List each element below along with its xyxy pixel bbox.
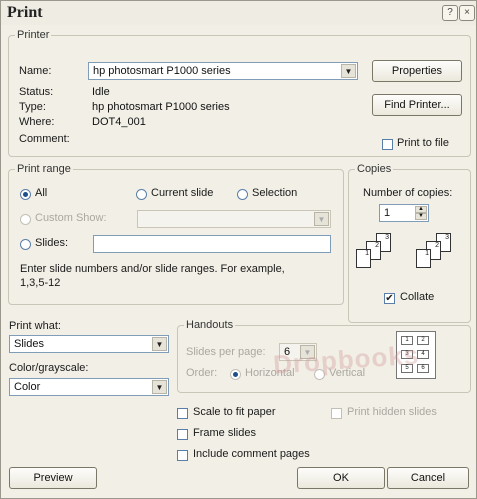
current-slide-label: Current slide xyxy=(151,187,214,199)
scale-to-fit-checkbox[interactable] xyxy=(177,408,188,419)
where-value: DOT4_001 xyxy=(92,116,146,128)
type-value: hp photosmart P1000 series xyxy=(92,101,230,113)
spin-down-icon[interactable]: ▼ xyxy=(415,213,427,220)
order-label: Order: xyxy=(186,367,218,379)
print-hidden-checkbox[interactable] xyxy=(331,408,342,419)
collate-page: 1 xyxy=(356,249,371,268)
range-hint-example: 1,3,5-12 xyxy=(20,277,61,289)
print-hidden-label: Print hidden slides xyxy=(347,406,437,418)
collate-label: Collate xyxy=(400,291,435,303)
chevron-down-icon[interactable]: ▼ xyxy=(152,380,167,394)
custom-show-label: Custom Show: xyxy=(35,212,107,224)
print-dialog: Print ? × Printer Name: hp photosmart P1… xyxy=(0,0,477,499)
current-slide-radio[interactable] xyxy=(136,189,147,200)
custom-show-radio[interactable] xyxy=(20,214,31,225)
collate-checkbox[interactable]: ✔ xyxy=(384,293,395,304)
horizontal-radio[interactable] xyxy=(230,369,241,380)
status-value: Idle xyxy=(92,86,110,98)
printer-name-label: Name: xyxy=(19,65,52,77)
include-comments-checkbox[interactable] xyxy=(177,450,188,461)
slides-label: Slides: xyxy=(35,237,69,249)
status-label: Status: xyxy=(19,86,54,98)
color-grayscale-select[interactable]: Color ▼ xyxy=(9,378,169,396)
range-hint: Enter slide numbers and/or slide ranges.… xyxy=(20,263,285,275)
close-button[interactable]: × xyxy=(459,5,475,21)
type-label: Type: xyxy=(19,101,46,113)
print-to-file-label: Print to file xyxy=(397,137,449,149)
chevron-down-icon[interactable]: ▼ xyxy=(314,212,329,226)
print-to-file-checkbox[interactable] xyxy=(382,139,393,150)
scale-to-fit-label: Scale to fit paper xyxy=(193,406,276,418)
cancel-button[interactable]: Cancel xyxy=(387,467,469,489)
frame-slides-checkbox[interactable] xyxy=(177,429,188,440)
all-radio[interactable] xyxy=(20,189,31,200)
print-what-select[interactable]: Slides ▼ xyxy=(9,335,169,353)
custom-show-select[interactable]: ▼ xyxy=(137,210,331,228)
print-range-group-label: Print range xyxy=(17,163,71,175)
chevron-down-icon[interactable]: ▼ xyxy=(152,337,167,351)
slides-per-page-label: Slides per page: xyxy=(186,346,266,358)
find-printer-button[interactable]: Find Printer... xyxy=(372,94,462,116)
copies-group-label: Copies xyxy=(357,163,392,175)
printer-name-select[interactable]: hp photosmart P1000 series ▼ xyxy=(88,62,358,80)
number-of-copies-label: Number of copies: xyxy=(363,187,453,199)
collate-illustration: 3 2 1 3 2 1 xyxy=(356,233,456,281)
slides-radio[interactable] xyxy=(20,239,31,250)
chevron-down-icon[interactable]: ▼ xyxy=(341,64,356,78)
selection-label: Selection xyxy=(252,187,298,199)
help-button[interactable]: ? xyxy=(442,5,458,21)
preview-button[interactable]: Preview xyxy=(9,467,97,489)
collate-page: 1 xyxy=(416,249,431,268)
comment-label: Comment: xyxy=(19,133,70,145)
dialog-title: Print xyxy=(7,4,43,21)
color-grayscale-label: Color/grayscale: xyxy=(9,362,89,374)
selection-radio[interactable] xyxy=(237,189,248,200)
ok-button[interactable]: OK xyxy=(297,467,385,489)
printer-group-label: Printer xyxy=(17,29,50,41)
print-what-label: Print what: xyxy=(9,320,61,332)
spin-up-icon[interactable]: ▲ xyxy=(415,206,427,213)
frame-slides-label: Frame slides xyxy=(193,427,256,439)
copies-value: 1 xyxy=(384,207,391,219)
title-bar[interactable]: Print ? × xyxy=(1,1,476,25)
include-comments-label: Include comment pages xyxy=(193,448,310,460)
properties-button[interactable]: Properties xyxy=(372,60,462,82)
print-what-value: Slides xyxy=(14,338,44,350)
copies-spinner[interactable]: 1 ▲ ▼ xyxy=(379,204,429,222)
all-label: All xyxy=(35,187,48,199)
handouts-group-label: Handouts xyxy=(186,319,234,331)
printer-name-value: hp photosmart P1000 series xyxy=(93,65,231,77)
slides-input[interactable] xyxy=(93,235,331,253)
where-label: Where: xyxy=(19,116,55,128)
color-grayscale-value: Color xyxy=(14,381,41,393)
